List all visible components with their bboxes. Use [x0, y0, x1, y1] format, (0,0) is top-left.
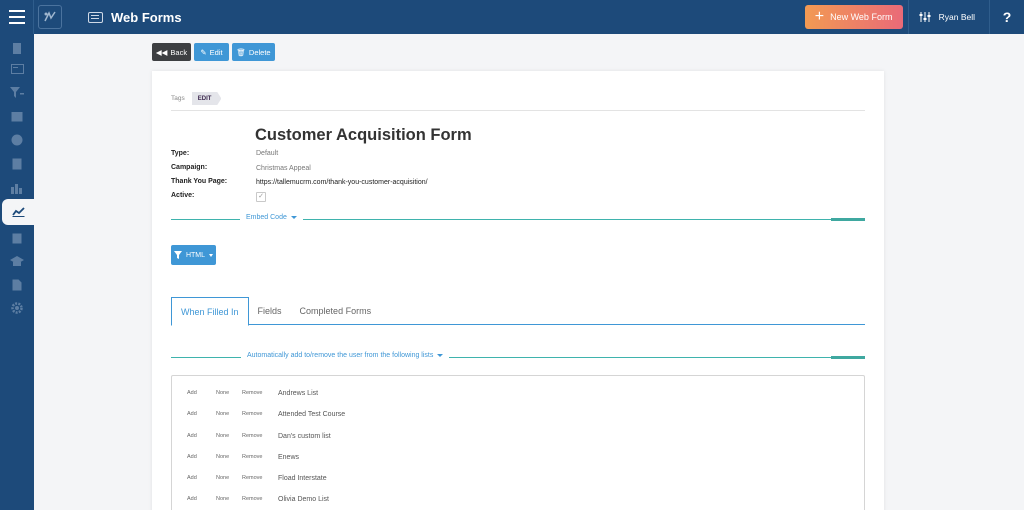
dollar-icon[interactable] [9, 132, 25, 148]
document-icon[interactable] [9, 156, 25, 172]
new-web-form-button[interactable]: + New Web Form [804, 5, 903, 29]
list-item: Add None Remove Fload Interstate [172, 471, 864, 485]
edit-label: Edit [209, 47, 223, 57]
web-form-card: Tags EDIT Customer Acquisition Form Type… [152, 71, 884, 510]
list-name: Fload Interstate [278, 474, 327, 482]
list-name: Attended Test Course [278, 410, 346, 418]
logo-icon[interactable] [38, 5, 62, 29]
file-icon[interactable] [9, 277, 25, 293]
calendar-icon[interactable] [9, 108, 25, 124]
page-header: Web Forms [88, 10, 182, 25]
keyboard-icon [88, 11, 103, 23]
divider [171, 110, 865, 111]
none-option[interactable]: None [216, 496, 229, 502]
back-icon: ◀◀ [155, 47, 168, 57]
bar-chart-icon[interactable] [9, 180, 25, 196]
remove-option[interactable]: Remove [242, 390, 262, 396]
caret-down-icon [437, 354, 444, 357]
embed-divider-accent [831, 218, 865, 221]
filter-icon [173, 251, 182, 259]
edit-button[interactable]: ✎ Edit [194, 43, 229, 61]
user-menu[interactable]: Ryan Bell [907, 0, 990, 34]
type-value: Default [256, 150, 279, 157]
none-option[interactable]: None [216, 475, 229, 481]
page-title: Web Forms [111, 9, 182, 25]
thank-you-page-label: Thank You Page: [171, 178, 228, 185]
delete-label: Delete [248, 47, 271, 57]
clipboard-icon[interactable] [9, 230, 25, 246]
tab-fields[interactable]: Fields [249, 297, 291, 325]
list-item: Add None Remove Dan's custom list [172, 429, 864, 443]
edit-icon: ✎ [200, 47, 207, 57]
add-option[interactable]: Add [187, 390, 197, 396]
embed-code-toggle[interactable]: Embed Code [240, 214, 303, 221]
top-bar: Web Forms + New Web Form Ryan Bell ? [0, 0, 1024, 34]
none-option[interactable]: None [216, 433, 229, 439]
add-option[interactable]: Add [187, 433, 197, 439]
list-name: Andrews List [278, 389, 319, 397]
new-web-form-label: New Web Form [830, 12, 893, 22]
lists-section-label: Automatically add to/remove the user fro… [247, 352, 434, 359]
delete-button[interactable]: 🗑 Delete [232, 43, 275, 61]
add-option[interactable]: Add [187, 454, 197, 460]
none-option[interactable]: None [216, 454, 229, 460]
tags-row: Tags EDIT [171, 92, 222, 105]
help-icon[interactable]: ? [990, 9, 1024, 25]
tag-badge[interactable]: EDIT [191, 92, 222, 105]
none-option[interactable]: None [216, 390, 229, 396]
remove-option[interactable]: Remove [242, 496, 262, 502]
lists-divider-accent [831, 356, 865, 359]
active-label: Active: [171, 192, 195, 199]
form-title: Customer Acquisition Form [255, 126, 472, 144]
sliders-icon [919, 12, 931, 22]
lists-table: Add None Remove Andrews List Add None Re… [171, 375, 865, 510]
sidebar [0, 34, 34, 510]
remove-option[interactable]: Remove [242, 454, 262, 460]
funnel-icon[interactable] [9, 85, 25, 101]
lists-section-toggle[interactable]: Automatically add to/remove the user fro… [241, 352, 450, 359]
campaign-label: Campaign: [171, 164, 208, 171]
list-name: Dan's custom list [278, 432, 331, 440]
list-item: Add None Remove Andrews List [172, 386, 864, 400]
card-icon[interactable] [9, 61, 25, 77]
type-label: Type: [171, 150, 190, 157]
trash-icon: 🗑 [236, 47, 246, 57]
gear-icon[interactable] [9, 300, 25, 316]
thank-you-page-value: https://tallemucrm.com/thank-you-custome… [256, 179, 428, 186]
html-format-button[interactable]: HTML [171, 245, 216, 265]
tags-label: Tags [171, 95, 185, 102]
add-option[interactable]: Add [187, 475, 197, 481]
list-item: Add None Remove Attended Test Course [172, 407, 864, 421]
active-checkbox[interactable]: ✓ [256, 192, 266, 202]
embed-code-label: Embed Code [246, 214, 287, 221]
caret-down-icon [290, 216, 297, 219]
list-item: Add None Remove Enews [172, 450, 864, 464]
back-label: Back [170, 47, 188, 57]
none-option[interactable]: None [216, 411, 229, 417]
add-option[interactable]: Add [187, 496, 197, 502]
back-button[interactable]: ◀◀ Back [152, 43, 191, 61]
graduation-cap-icon[interactable] [9, 253, 25, 269]
user-name: Ryan Bell [938, 12, 975, 22]
add-option[interactable]: Add [187, 411, 197, 417]
tab-when-filled-in[interactable]: When Filled In [171, 297, 249, 326]
campaign-value: Christmas Appeal [256, 165, 311, 172]
remove-option[interactable]: Remove [242, 411, 262, 417]
tab-completed-forms[interactable]: Completed Forms [291, 297, 381, 325]
plus-icon: + [814, 8, 825, 25]
list-name: Olivia Demo List [278, 495, 329, 503]
list-name: Enews [278, 453, 300, 461]
remove-option[interactable]: Remove [242, 475, 262, 481]
caret-down-icon [209, 253, 214, 257]
menu-icon[interactable] [0, 0, 34, 34]
remove-option[interactable]: Remove [242, 433, 262, 439]
list-item: Add None Remove Olivia Demo List [172, 492, 864, 506]
trend-chart-icon[interactable] [2, 199, 34, 225]
html-format-label: HTML [185, 251, 206, 259]
building-icon[interactable] [9, 40, 25, 56]
tab-bar: When Filled In Fields Completed Forms [171, 297, 865, 326]
